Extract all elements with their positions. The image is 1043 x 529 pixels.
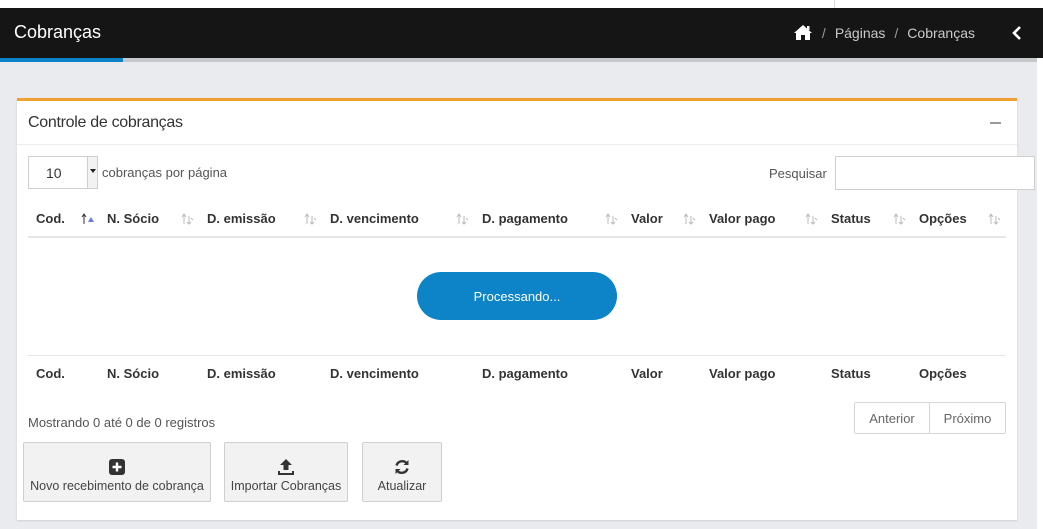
col-footer-emissao: D. emissão: [199, 354, 322, 392]
sort-icon: [605, 213, 618, 225]
refresh-label: Atualizar: [377, 479, 427, 493]
table-header-row: Cod. N. Sócio D. emissão D. vencimento D…: [28, 201, 1006, 238]
upload-icon: [278, 459, 294, 475]
col-header-label: Cod.: [36, 211, 65, 226]
page: Cobranças / Páginas / Cobranças Controle…: [0, 0, 1043, 529]
pagination: Anterior Próximo: [854, 402, 1006, 434]
search-label: Pesquisar: [769, 166, 827, 181]
table-info: Mostrando 0 até 0 de 0 registros: [28, 415, 216, 430]
col-header-label: D. vencimento: [330, 211, 419, 226]
right-edge: [1037, 58, 1043, 529]
top-strip-divider: [834, 0, 835, 8]
sort-icon: [181, 213, 194, 225]
col-header-label: Opções: [919, 211, 967, 226]
processing-indicator: Processando...: [417, 272, 617, 320]
chevron-left-icon[interactable]: [1011, 26, 1023, 40]
sort-icon: [893, 213, 906, 225]
col-header-vencimento[interactable]: D. vencimento: [322, 201, 474, 238]
refresh-icon: [395, 459, 409, 475]
previous-page-button[interactable]: Anterior: [854, 402, 930, 434]
new-billing-label: Novo recebimento de cobrança: [30, 479, 204, 493]
col-footer-opcoes: Opções: [911, 354, 1006, 392]
col-header-valor[interactable]: Valor: [623, 201, 701, 238]
sort-icon: [805, 213, 818, 225]
plus-square-icon: [109, 459, 125, 475]
import-billing-button[interactable]: Importar Cobranças: [224, 442, 348, 502]
new-billing-button[interactable]: Novo recebimento de cobrança: [23, 442, 211, 502]
col-header-cod[interactable]: Cod.: [28, 201, 99, 238]
minimize-icon[interactable]: [990, 122, 1001, 124]
sort-icon: [683, 213, 696, 225]
page-length-select[interactable]: 10: [28, 156, 98, 189]
chevron-down-icon: [87, 157, 97, 188]
col-footer-pagamento: D. pagamento: [474, 354, 623, 392]
col-footer-socio: N. Sócio: [99, 354, 199, 392]
home-icon[interactable]: [793, 24, 813, 41]
col-footer-valor-pago: Valor pago: [701, 354, 823, 392]
breadcrumb-item-paginas[interactable]: Páginas: [835, 25, 886, 41]
breadcrumb-item-cobrancas: Cobranças: [907, 24, 975, 41]
col-header-socio[interactable]: N. Sócio: [99, 201, 199, 238]
col-header-label: Status: [831, 211, 871, 226]
page-length-control: 10 cobranças por página: [28, 156, 227, 189]
table-footer-row: Cod. N. Sócio D. emissão D. vencimento D…: [28, 354, 1006, 392]
page-length-label: cobranças por página: [102, 165, 228, 180]
import-billing-label: Importar Cobranças: [230, 479, 342, 493]
col-header-label: Valor: [631, 211, 663, 226]
header-underline: [123, 58, 1043, 62]
col-header-status[interactable]: Status: [823, 201, 911, 238]
page-title: Cobranças: [14, 22, 102, 42]
col-header-emissao[interactable]: D. emissão: [199, 201, 322, 238]
sort-icon: [988, 213, 1001, 225]
col-footer-cod: Cod.: [28, 354, 99, 392]
col-header-label: Valor pago: [709, 211, 776, 226]
col-footer-vencimento: D. vencimento: [322, 354, 474, 392]
breadcrumb-separator: /: [894, 24, 899, 41]
page-length-value: 10: [46, 164, 62, 181]
col-header-label: N. Sócio: [107, 211, 160, 226]
col-header-pagamento[interactable]: D. pagamento: [474, 201, 623, 238]
sort-icon: [456, 213, 469, 225]
refresh-button[interactable]: Atualizar: [362, 442, 442, 502]
sort-asc-icon: [81, 213, 94, 224]
col-header-valor-pago[interactable]: Valor pago: [701, 201, 823, 238]
search-input[interactable]: [835, 156, 1035, 190]
col-footer-valor: Valor: [623, 354, 701, 392]
sort-icon: [304, 213, 317, 225]
panel-title: Controle de cobranças: [28, 114, 183, 131]
breadcrumb-separator: /: [821, 24, 826, 41]
panel-header: Controle de cobranças: [17, 101, 1017, 145]
page-header: Cobranças / Páginas / Cobranças: [0, 8, 1043, 62]
col-header-label: D. pagamento: [482, 211, 568, 226]
col-header-label: D. emissão: [207, 211, 276, 226]
breadcrumb: / Páginas / Cobranças: [793, 24, 975, 41]
col-footer-status: Status: [823, 354, 911, 392]
top-strip: [0, 0, 1043, 8]
col-header-opcoes[interactable]: Opções: [911, 201, 1006, 238]
billing-panel: Controle de cobranças 10 cobranças por p…: [17, 98, 1035, 520]
next-page-button[interactable]: Próximo: [930, 402, 1006, 434]
header-accent-bar: [0, 58, 123, 62]
